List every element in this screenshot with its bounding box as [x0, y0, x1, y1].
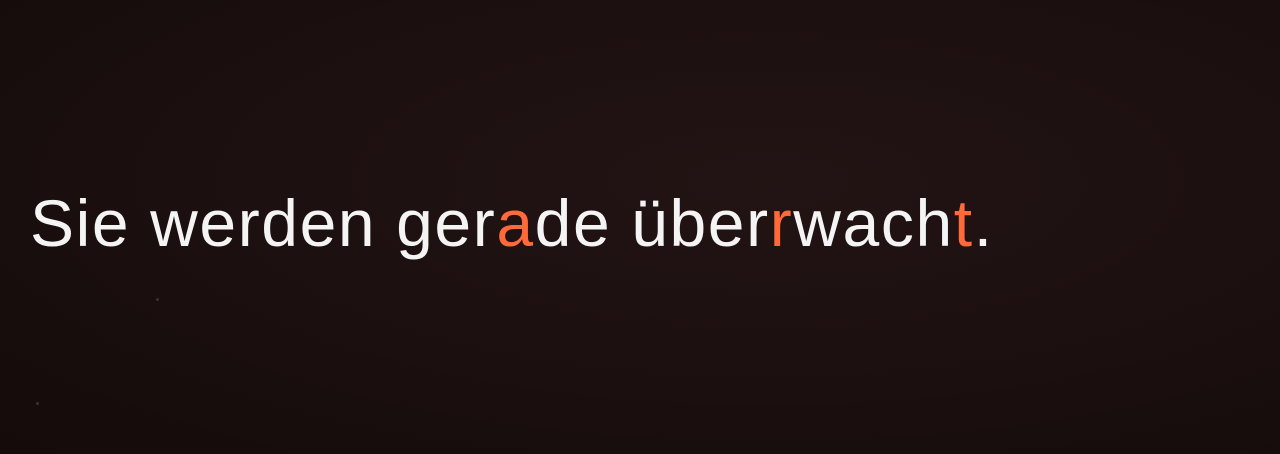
message-accent-letter: t — [953, 186, 974, 260]
message-text: de über — [534, 186, 770, 260]
message-text: Sie werden ger — [30, 186, 497, 260]
message-text: . — [973, 186, 994, 260]
black-sign-panel: Sie werden gerade überrwacht. — [0, 0, 1280, 454]
message-accent-letter: a — [496, 186, 535, 260]
message-text: wach — [793, 186, 954, 260]
dust-speck — [156, 298, 159, 301]
dust-speck — [36, 402, 39, 405]
sign-message: Sie werden gerade überrwacht. — [30, 190, 994, 256]
message-accent-letter: r — [769, 186, 794, 260]
